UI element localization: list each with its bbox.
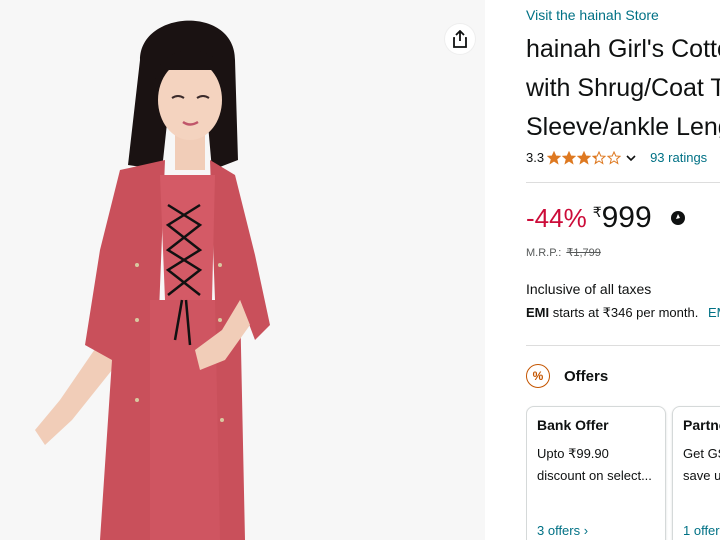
product-title-line: with Shrug/Coat To [526,74,720,102]
offer-card-title: Partne [683,417,720,433]
offer-card-partner[interactable]: Partne Get GS save u 1 offer [672,406,720,540]
percent-badge-icon: % [526,364,550,388]
share-button[interactable] [445,24,475,54]
offer-card-title: Bank Offer [537,417,609,433]
offer-card-link[interactable]: 1 offer [683,523,720,538]
offer-card-line: discount on select... [537,468,652,483]
offers-header: % Offers [526,364,608,388]
offer-card-description: Get GS save u [683,443,720,487]
product-details: Visit the hainah Store hainah Girl's Cot… [526,0,720,540]
divider [526,182,720,183]
star-rating[interactable] [547,150,622,165]
price-amount: 999 [601,201,652,234]
star-icon [562,150,577,165]
price-row: -44% ₹ 999 [526,200,686,236]
offer-card-link[interactable]: 3 offers › [537,523,588,538]
star-icon [607,150,622,165]
discount-percent: -44% [526,203,587,233]
offers-heading: Offers [564,367,609,385]
product-image[interactable] [0,0,485,540]
offer-card-line: Upto ₹99.90 [537,446,609,461]
currency-symbol: ₹ [592,204,602,220]
star-icon [592,150,607,165]
tax-note: Inclusive of all taxes [526,281,652,297]
star-icon [577,150,592,165]
product-image-panel[interactable] [0,0,485,540]
product-title: hainah Girl's Cotton with Shrug/Coat To … [526,30,720,147]
emi-text: starts at ₹346 per month. [552,305,699,320]
store-link[interactable]: Visit the hainah Store [526,7,659,23]
offer-card-description: Upto ₹99.90 discount on select... [537,443,655,487]
star-icon [547,150,562,165]
offer-card-line: Get GS [683,446,720,461]
mrp-value: ₹1,799 [566,247,601,259]
product-title-line: hainah Girl's Cotton [526,35,720,63]
divider [526,345,720,346]
offer-card-bank[interactable]: Bank Offer Upto ₹99.90 discount on selec… [526,406,666,540]
rating-value: 3.3 [526,150,545,165]
rating-row: 3.3 93 ratings [526,150,707,165]
share-icon [453,30,467,48]
emi-options-link[interactable]: EMI [708,305,720,320]
chevron-down-icon[interactable] [626,154,636,162]
info-icon[interactable] [670,210,686,226]
product-title-line: Sleeve/ankle Length [526,113,720,141]
ratings-count-link[interactable]: 93 ratings [650,150,707,165]
emi-info: EMI starts at ₹346 per month. EMI [526,305,720,321]
mrp: M.R.P.: ₹1,799 [526,246,601,259]
mrp-label: M.R.P.: [526,247,562,259]
emi-label: EMI [526,305,550,320]
offer-card-line: save u [683,468,720,483]
